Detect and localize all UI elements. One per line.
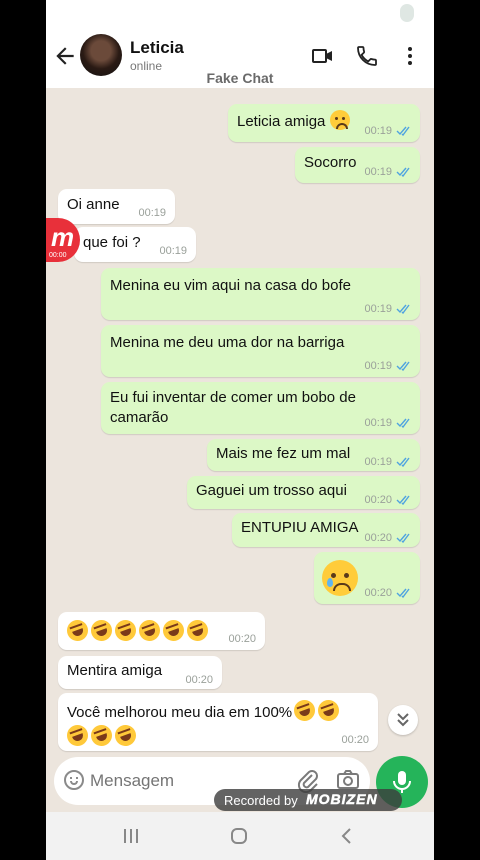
laughing-emoji-icon xyxy=(136,617,163,644)
double-chevron-down-icon xyxy=(397,713,409,727)
laughing-emoji-icon xyxy=(88,617,115,644)
message-text: Menina eu vim aqui na casa do bofe xyxy=(110,277,351,294)
read-receipt-icon xyxy=(396,495,410,505)
laughing-emoji-icon xyxy=(160,617,187,644)
system-navigation-bar xyxy=(46,812,434,860)
message-time: 00:20 xyxy=(185,674,213,686)
message-bubble-in[interactable]: que foi ? 00:19 xyxy=(74,227,196,262)
laughing-emoji-icon xyxy=(291,697,319,724)
laughing-emoji-icon xyxy=(64,722,91,749)
camera-icon[interactable] xyxy=(336,769,360,791)
recent-apps-icon[interactable] xyxy=(122,828,140,844)
read-receipt-icon xyxy=(396,533,410,543)
scroll-to-bottom-button[interactable] xyxy=(388,705,418,735)
message-bubble-out[interactable]: Socorro 00:19 xyxy=(295,147,420,183)
message-time: 00:19 xyxy=(364,456,392,468)
message-text: Menina me deu uma dor na barriga xyxy=(110,334,345,351)
mobizen-logo: m xyxy=(51,222,75,252)
record-timer: 00:00 xyxy=(49,252,67,259)
message-list: Leticia amiga 00:19 Socorro 00:19 Oi ann… xyxy=(46,0,434,860)
laughing-emoji-icon xyxy=(88,722,115,749)
recorder-brand: MOBIZEN xyxy=(306,791,378,808)
recorded-label: Recorded by xyxy=(224,793,298,808)
message-text: Mentira amiga xyxy=(67,662,163,679)
read-receipt-icon xyxy=(396,361,410,371)
sad-face-emoji-icon xyxy=(329,110,350,130)
home-icon[interactable] xyxy=(230,827,248,845)
back-nav-icon[interactable] xyxy=(340,827,354,845)
laughing-emoji-icon xyxy=(112,617,139,644)
message-time: 00:19 xyxy=(364,417,392,429)
recorded-by-watermark: Recorded by MOBIZEN xyxy=(214,789,402,811)
message-text: Leticia amiga xyxy=(237,113,326,130)
message-text: que foi ? xyxy=(83,234,141,251)
message-bubble-out[interactable]: Leticia amiga 00:19 xyxy=(228,104,420,142)
message-bubble-out[interactable]: Gaguei um trosso aqui 00:20 xyxy=(187,476,420,509)
emoji-icon[interactable] xyxy=(64,770,84,790)
laughing-emoji-icon xyxy=(184,617,211,644)
laughing-emoji-row xyxy=(64,617,211,644)
message-time: 00:20 xyxy=(228,633,256,645)
message-text-line: camarão xyxy=(110,409,169,426)
message-text: Gaguei um trosso aqui xyxy=(196,482,347,499)
message-time: 00:20 xyxy=(364,587,392,599)
message-time: 00:20 xyxy=(364,494,392,506)
message-time: 00:19 xyxy=(364,360,392,372)
phone-screen: Leticia online Fake Chat Leticia amiga 0… xyxy=(46,0,434,860)
message-text: Mais me fez um mal xyxy=(216,445,351,462)
message-time: 00:19 xyxy=(364,303,392,315)
message-bubble-out[interactable]: Eu fui inventar de comer um bobo de cama… xyxy=(101,382,420,434)
read-receipt-icon xyxy=(396,588,410,598)
laughing-emoji-icon xyxy=(315,697,343,724)
crying-face-emoji-icon xyxy=(322,560,358,596)
message-bubble-out[interactable]: Menina eu vim aqui na casa do bofe 00:19 xyxy=(101,268,420,320)
message-bubble-out[interactable]: Menina me deu uma dor na barriga 00:19 xyxy=(101,325,420,377)
message-bubble-in[interactable]: 00:20 xyxy=(58,612,265,650)
message-text: Você melhorou meu dia em 100% xyxy=(67,704,293,721)
message-text: ENTUPIU AMIGA xyxy=(241,519,359,536)
read-receipt-icon xyxy=(396,304,410,314)
laughing-emoji-icon xyxy=(112,722,139,749)
message-text: Socorro xyxy=(304,154,357,171)
message-time: 00:19 xyxy=(138,207,166,219)
message-time: 00:20 xyxy=(364,532,392,544)
message-bubble-in[interactable]: Oi anne 00:19 xyxy=(58,189,175,224)
message-bubble-in[interactable]: Você melhorou meu dia em 100% 00:20 xyxy=(58,693,378,751)
read-receipt-icon xyxy=(396,167,410,177)
message-time: 00:19 xyxy=(364,166,392,178)
message-text-line: Eu fui inventar de comer um bobo de xyxy=(110,389,356,406)
message-input[interactable] xyxy=(90,771,250,791)
read-receipt-icon xyxy=(396,457,410,467)
message-bubble-out[interactable]: 00:20 xyxy=(314,552,420,604)
message-bubble-out[interactable]: Mais me fez um mal 00:19 xyxy=(207,439,420,471)
read-receipt-icon xyxy=(396,418,410,428)
message-bubble-out[interactable]: ENTUPIU AMIGA 00:20 xyxy=(232,513,420,547)
message-bubble-in[interactable]: Mentira amiga 00:20 xyxy=(58,656,222,689)
message-time: 00:19 xyxy=(159,245,187,257)
message-time: 00:20 xyxy=(341,734,369,746)
read-receipt-icon xyxy=(396,126,410,136)
laughing-emoji-icon xyxy=(64,617,91,644)
message-text: Oi anne xyxy=(67,196,120,213)
message-time: 00:19 xyxy=(364,125,392,137)
